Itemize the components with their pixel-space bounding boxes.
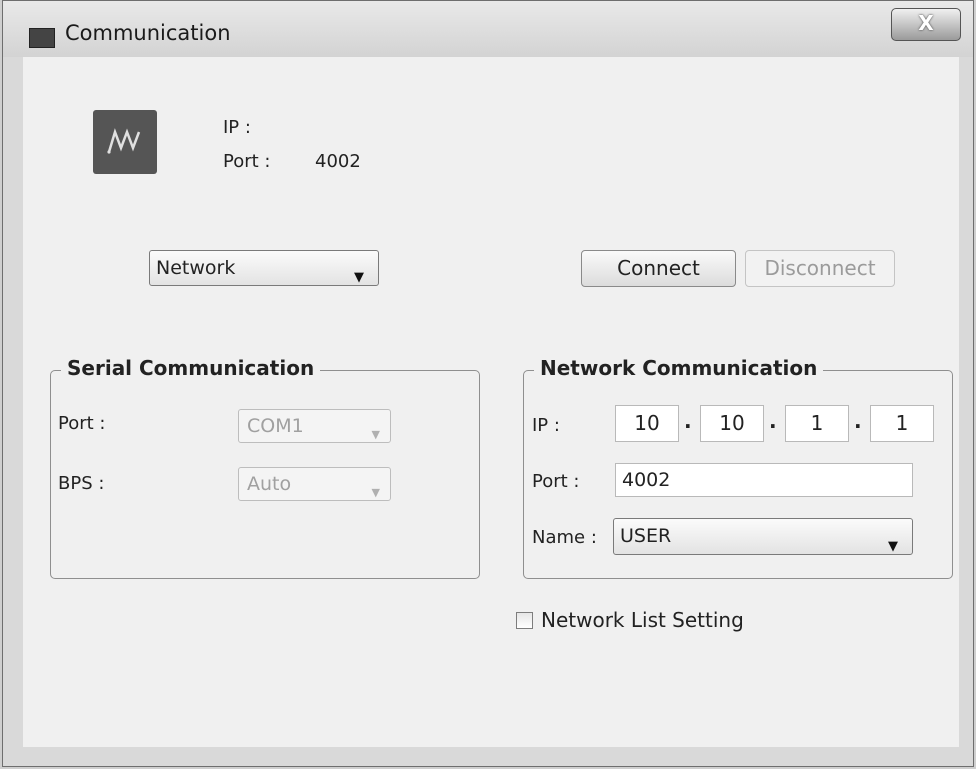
communication-window: Communication X IP : Port : 4002 Network…: [2, 0, 974, 767]
serial-bps-select[interactable]: Auto ▼: [238, 467, 391, 501]
network-ip-label: IP :: [532, 415, 560, 436]
network-communication-group: Network Communication IP : 10 . 10 . 1 .…: [523, 356, 953, 579]
network-list-setting-checkbox[interactable]: [516, 612, 533, 629]
connection-type-value: Network: [156, 257, 236, 279]
network-name-label: Name :: [532, 527, 597, 548]
serial-bps-value: Auto: [247, 473, 292, 495]
ip-octet-4-input[interactable]: 1: [870, 405, 934, 442]
serial-group-title: Serial Communication: [61, 356, 321, 380]
network-name-select[interactable]: USER ▼: [613, 518, 913, 555]
chevron-down-icon: ▼: [371, 428, 380, 441]
network-port-label: Port :: [532, 471, 580, 492]
chevron-down-icon: ▼: [354, 270, 364, 285]
ip-octet-1-input[interactable]: 10: [615, 405, 679, 442]
device-logo-icon: [93, 110, 157, 174]
serial-port-select[interactable]: COM1 ▼: [238, 409, 391, 443]
app-icon: [29, 28, 55, 48]
ip-octet-2-input[interactable]: 10: [700, 405, 764, 442]
network-group-title: Network Communication: [534, 356, 824, 380]
connection-type-select[interactable]: Network ▼: [149, 250, 379, 286]
ip-separator: .: [684, 409, 692, 433]
close-button[interactable]: X: [891, 8, 961, 41]
serial-port-label: Port :: [58, 413, 106, 434]
serial-communication-group: Serial Communication Port : COM1 ▼ BPS :…: [50, 356, 480, 579]
ip-octet-3-input[interactable]: 1: [785, 405, 849, 442]
client-area: IP : Port : 4002 Network ▼ Connect Disco…: [23, 57, 959, 747]
ip-separator: .: [769, 409, 777, 433]
connect-button[interactable]: Connect: [581, 250, 736, 287]
serial-port-value: COM1: [247, 415, 304, 437]
network-list-setting-label: Network List Setting: [541, 608, 744, 632]
chevron-down-icon: ▼: [888, 539, 898, 554]
chevron-down-icon: ▼: [371, 486, 380, 499]
status-ip-label: IP :: [223, 117, 251, 138]
title-bar[interactable]: Communication X: [3, 1, 973, 57]
status-port-label: Port :: [223, 151, 271, 172]
disconnect-button[interactable]: Disconnect: [745, 250, 895, 287]
status-port-value: 4002: [315, 151, 361, 172]
ip-separator: .: [854, 409, 862, 433]
network-port-input[interactable]: 4002: [615, 463, 913, 497]
network-name-value: USER: [620, 525, 672, 547]
serial-bps-label: BPS :: [58, 473, 105, 494]
window-title: Communication: [65, 21, 231, 45]
